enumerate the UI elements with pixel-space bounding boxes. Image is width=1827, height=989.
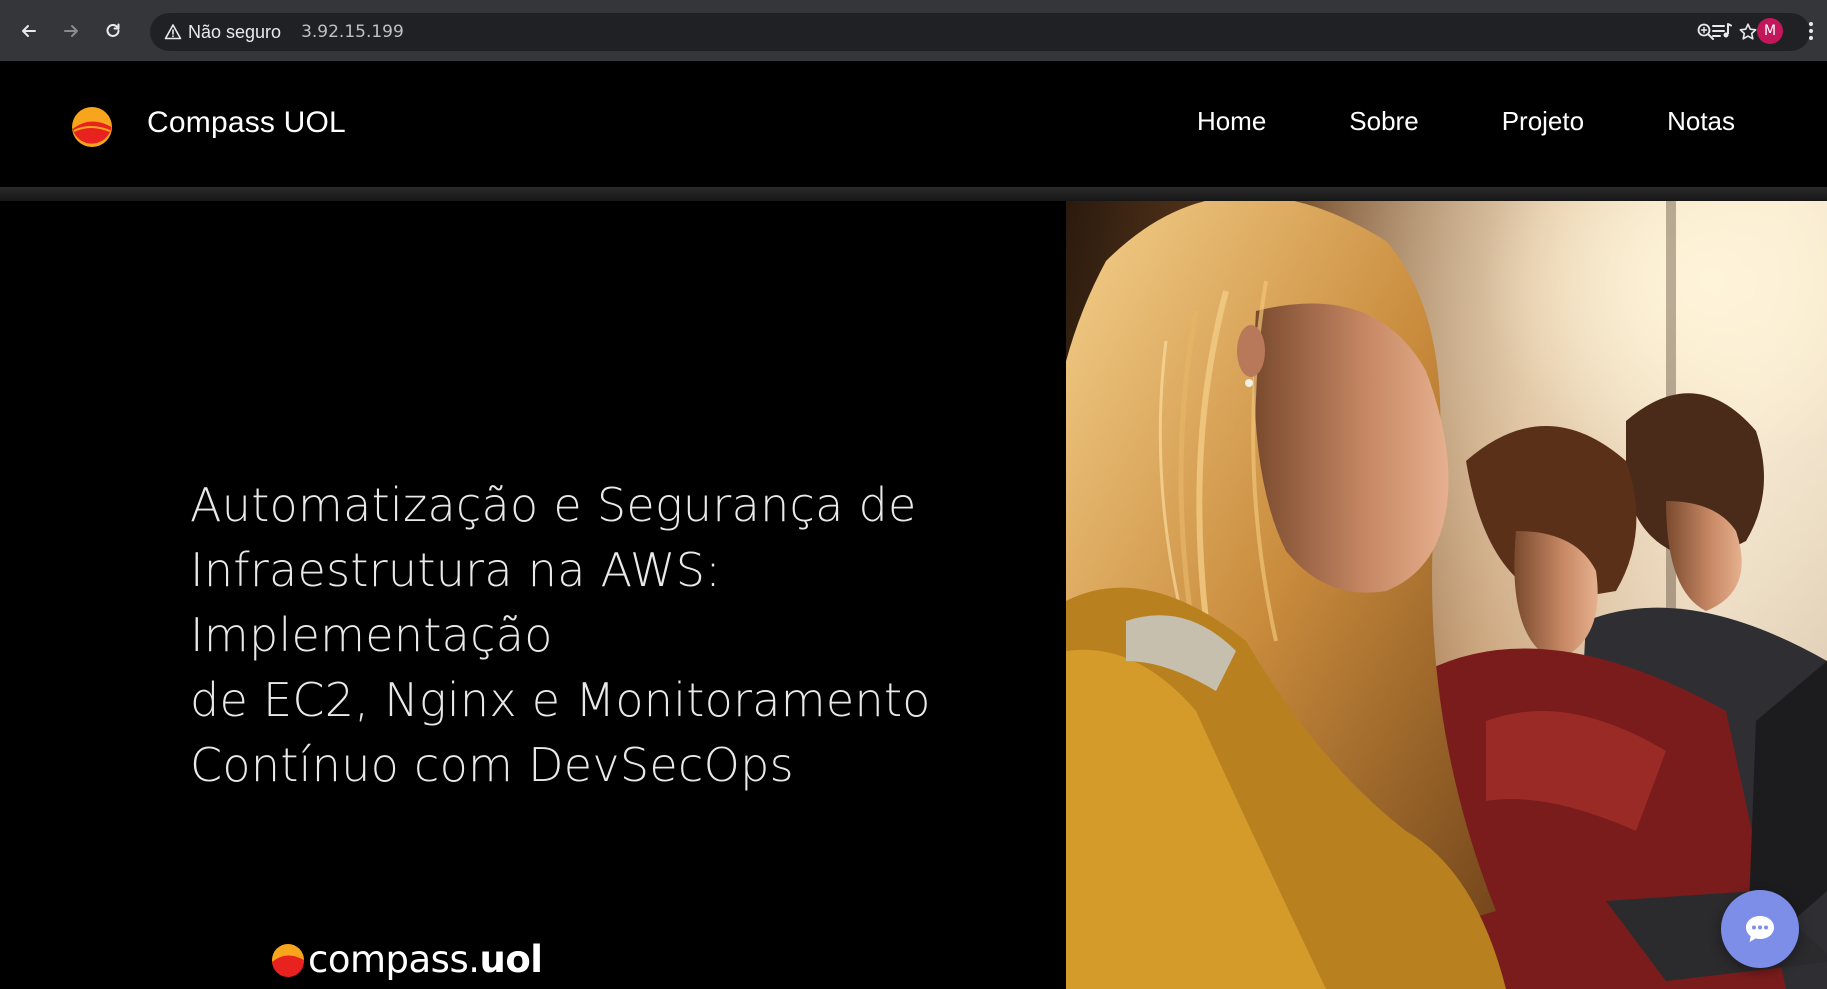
warning-icon	[164, 24, 182, 40]
back-button[interactable]	[12, 14, 46, 48]
hero-title-line: Automatização e Segurança de	[190, 478, 917, 532]
hero-image	[1066, 201, 1827, 989]
nav-link-projeto[interactable]: Projeto	[1502, 106, 1584, 137]
security-label: Não seguro	[188, 21, 282, 42]
nav-link-home[interactable]: Home	[1197, 106, 1266, 137]
browser-toolbar: Não seguro 3.92.15.199 M	[0, 0, 1827, 61]
footer-wordmark: compass.uol	[308, 938, 543, 981]
students-photo	[1066, 201, 1827, 989]
address-bar[interactable]: Não seguro 3.92.15.199	[150, 13, 1810, 51]
header-divider	[0, 187, 1827, 201]
compass-logo-icon	[272, 943, 305, 977]
nav-link-notas[interactable]: Notas	[1667, 106, 1735, 137]
url-text[interactable]: 3.92.15.199	[301, 22, 404, 42]
hero-title-line: Infraestrutura na AWS: Implementação	[190, 543, 721, 662]
hero-section: Automatização e Segurança de Infraestrut…	[0, 201, 1066, 989]
compass-logo-icon[interactable]	[70, 105, 114, 149]
chat-button[interactable]	[1721, 890, 1799, 968]
reload-button[interactable]	[96, 14, 130, 48]
compass-uol-wordmark: compass.uol	[270, 938, 543, 981]
chat-bubble-icon	[1746, 916, 1774, 942]
hero-title-line: Contínuo com DevSecOps	[190, 738, 794, 792]
hero-title: Automatização e Segurança de Infraestrut…	[190, 473, 1090, 798]
media-icon[interactable]	[1711, 21, 1733, 41]
reload-icon	[106, 23, 120, 37]
profile-avatar[interactable]: M	[1757, 17, 1783, 44]
nav-link-sobre[interactable]: Sobre	[1349, 106, 1418, 137]
main-nav: Home Sobre Projeto Notas	[1197, 106, 1735, 137]
hero-title-line: de EC2, Nginx e Monitoramento	[190, 673, 931, 727]
forward-icon	[64, 24, 78, 37]
forward-button[interactable]	[54, 14, 88, 48]
menu-icon[interactable]	[1803, 21, 1819, 40]
back-icon	[22, 24, 36, 37]
security-chip[interactable]: Não seguro	[164, 22, 281, 43]
site-header: Compass UOL Home Sobre Projeto Notas	[0, 61, 1827, 187]
brand-name[interactable]: Compass UOL	[147, 106, 346, 140]
